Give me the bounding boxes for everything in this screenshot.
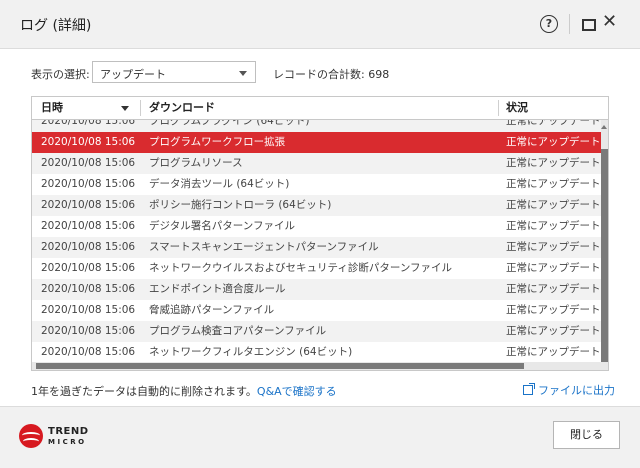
- table-row[interactable]: 2020/10/08 15:06 デジタル署名パターンファイル 正常にアップデート: [32, 216, 601, 237]
- row-status: 正常にアップデート: [506, 262, 601, 274]
- row-date: 2020/10/08 15:06: [41, 262, 136, 274]
- retention-note: 1年を過ぎたデータは自動的に削除されます。Q&Aで確認する: [31, 383, 337, 399]
- row-download-name: スマートスキャンエージェントパターンファイル: [149, 241, 379, 253]
- trend-micro-logo: TREND MICRO: [19, 423, 91, 451]
- row-date: 2020/10/08 15:06: [41, 136, 136, 148]
- row-date: 2020/10/08 15:06: [41, 157, 136, 169]
- table-row[interactable]: 2020/10/08 15:06 ポリシー施行コントローラ (64ビット) 正常にア…: [32, 195, 601, 216]
- maximize-icon[interactable]: [582, 19, 596, 31]
- column-header-status[interactable]: 状況: [506, 97, 528, 119]
- row-download-name: デジタル署名パターンファイル: [149, 220, 295, 232]
- view-select-value: アップデート: [100, 68, 166, 81]
- logo-text-top: TREND: [48, 426, 89, 437]
- row-status: 正常にアップデート: [506, 157, 601, 169]
- row-status: 正常にアップデート: [506, 136, 601, 148]
- export-label: ファイルに出力: [538, 384, 615, 397]
- window-title: ログ (詳細): [20, 18, 92, 34]
- row-status: 正常にアップデート: [506, 220, 601, 232]
- table-row[interactable]: 2020/10/08 15:06 ネットワークフィルタエンジン (64ビット) 正常…: [32, 342, 601, 363]
- column-header-download[interactable]: ダウンロード: [149, 97, 215, 119]
- row-status: 正常にアップデート: [506, 346, 601, 358]
- close-icon[interactable]: ✕: [602, 12, 617, 32]
- table-row[interactable]: 2020/10/08 15:06 プログラムリソース 正常にアップデート: [32, 153, 601, 174]
- logo-text-bottom: MICRO: [48, 438, 87, 446]
- retention-note-text: 1年を過ぎたデータは自動的に削除されます。: [31, 385, 257, 398]
- row-date: 2020/10/08 15:06: [41, 178, 136, 190]
- table-row[interactable]: 2020/10/08 15:06 データ消去ツール (64ビット) 正常にアップデー…: [32, 174, 601, 195]
- record-count: レコードの合計数: 698: [273, 68, 390, 81]
- row-status: 正常にアップデート: [506, 283, 601, 295]
- row-date: 2020/10/08 15:06: [41, 283, 136, 295]
- row-download-name: 脅威追跡パターンファイル: [149, 304, 275, 316]
- row-status: 正常にアップデート: [506, 199, 601, 211]
- row-date: 2020/10/08 15:06: [41, 220, 136, 232]
- table-row[interactable]: 2020/10/08 15:06 プログラム検査コアパターンファイル 正常にアップデ…: [32, 321, 601, 342]
- table-header: 日時 ダウンロード 状況: [32, 97, 608, 120]
- external-export-icon: [523, 383, 535, 395]
- chevron-down-icon: [239, 71, 247, 76]
- export-to-file-link[interactable]: ファイルに出力: [523, 382, 615, 398]
- help-icon[interactable]: ?: [540, 15, 558, 33]
- row-status: 正常にアップデート: [506, 304, 601, 316]
- row-status: 正常にアップデート: [506, 241, 601, 253]
- view-select-dropdown[interactable]: アップデート: [92, 61, 256, 83]
- column-divider[interactable]: [498, 100, 499, 116]
- row-date: 2020/10/08 15:06: [41, 346, 136, 358]
- log-detail-window: ログ (詳細) ? ✕ 表示の選択: アップデート レコードの合計数: 698 …: [0, 0, 640, 468]
- sort-desc-icon[interactable]: [121, 106, 129, 111]
- vertical-scrollbar[interactable]: [601, 119, 608, 362]
- row-download-name: ポリシー施行コントローラ (64ビット): [149, 199, 332, 211]
- row-date: 2020/10/08 15:06: [41, 199, 136, 211]
- row-download-name: ネットワークウイルスおよびセキュリティ診断パターンファイル: [149, 262, 453, 274]
- row-download-name: プログラム検査コアパターンファイル: [149, 325, 327, 337]
- row-download-name: プログラムワークフロー拡張: [149, 136, 286, 148]
- close-button[interactable]: 閉じる: [553, 421, 620, 449]
- table-row[interactable]: 2020/10/08 15:06 エンドポイント適合度ルール 正常にアップデート: [32, 279, 601, 300]
- horizontal-scroll-thumb[interactable]: [36, 363, 524, 369]
- vertical-scroll-thumb[interactable]: [601, 149, 608, 362]
- row-date: 2020/10/08 15:06: [41, 325, 136, 337]
- title-bar: ログ (詳細) ? ✕: [0, 0, 640, 49]
- row-date: 2020/10/08 15:06: [41, 241, 136, 253]
- row-download-name: データ消去ツール (64ビット): [149, 178, 290, 190]
- titlebar-divider: [569, 14, 570, 34]
- view-select-label: 表示の選択:: [31, 68, 90, 81]
- table-row[interactable]: 2020/10/08 15:06 スマートスキャンエージェントパターンファイル 正常…: [32, 237, 601, 258]
- row-download-name: プログラムリソース: [149, 157, 243, 169]
- column-divider[interactable]: [140, 100, 141, 116]
- row-download-name: ネットワークフィルタエンジン (64ビット): [149, 346, 353, 358]
- table-row[interactable]: 2020/10/08 15:06 ネットワークウイルスおよびセキュリティ診断パター…: [32, 258, 601, 279]
- row-date: 2020/10/08 15:06: [41, 304, 136, 316]
- table-row[interactable]: 2020/10/08 15:06 脅威追跡パターンファイル 正常にアップデート: [32, 300, 601, 321]
- scroll-up-icon[interactable]: [601, 125, 607, 129]
- horizontal-scrollbar[interactable]: [32, 362, 608, 370]
- row-status: 正常にアップデート: [506, 325, 601, 337]
- log-table: 日時 ダウンロード 状況 2020/10/08 15:06 プログラムプラグイン …: [31, 96, 609, 371]
- footer-bar: TREND MICRO 閉じる: [0, 406, 640, 468]
- row-download-name: エンドポイント適合度ルール: [149, 283, 286, 295]
- qa-link[interactable]: Q&Aで確認する: [257, 385, 337, 398]
- logo-mark-icon: [19, 424, 43, 448]
- table-row[interactable]: 2020/10/08 15:06 プログラムワークフロー拡張 正常にアップデート: [32, 132, 601, 153]
- table-body: 2020/10/08 15:06 プログラムプラグイン (64ビット) 正常にアップ…: [32, 111, 601, 363]
- row-status: 正常にアップデート: [506, 178, 601, 190]
- column-header-datetime[interactable]: 日時: [41, 97, 63, 119]
